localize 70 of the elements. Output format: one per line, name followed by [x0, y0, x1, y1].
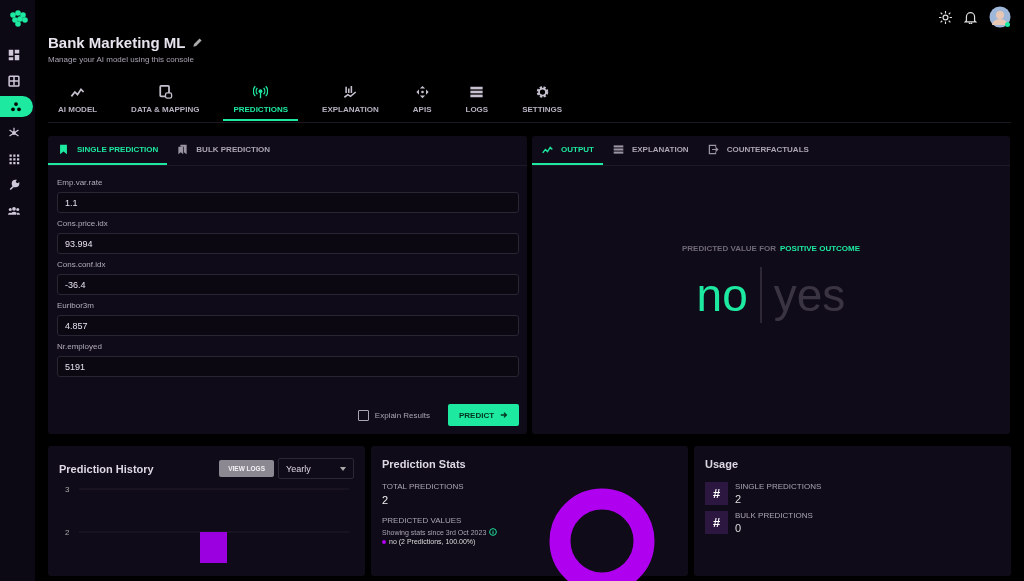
- explain-checkbox[interactable]: Explain Results: [351, 408, 436, 422]
- field-label: Cons.conf.idx: [57, 260, 107, 269]
- signal-icon: [253, 85, 269, 99]
- info-icon[interactable]: [489, 528, 498, 536]
- people-icon: [7, 204, 20, 217]
- form-tab[interactable]: BULK PREDICTION: [167, 136, 280, 165]
- input-field[interactable]: 5191: [57, 356, 519, 377]
- nav-tab[interactable]: DATA & MAPPING: [121, 82, 210, 121]
- logo-icon: [9, 10, 29, 28]
- input-field[interactable]: -36.4: [57, 274, 519, 295]
- caret-icon: [340, 466, 346, 471]
- bookmarks-icon: [177, 144, 189, 155]
- page-title: Bank Marketing ML: [48, 34, 186, 51]
- list-icon: [469, 85, 485, 99]
- dots-icon: [9, 100, 22, 113]
- field-label: Nr.employed: [57, 342, 103, 351]
- output-tab[interactable]: EXPLANATION: [602, 136, 698, 165]
- input-field[interactable]: 1.1: [57, 192, 519, 213]
- exit-icon: [707, 144, 719, 155]
- stat-label: TOTAL PREDICTIONS: [382, 482, 465, 491]
- output-tab[interactable]: COUNTERFACTUALS: [697, 136, 818, 165]
- hash-icon: #: [705, 482, 728, 505]
- usage-label: SINGLE PREDICTIONS: [735, 482, 822, 491]
- period-select[interactable]: Yearly: [278, 458, 354, 479]
- nav-tab[interactable]: LOGS: [455, 82, 499, 121]
- sidebar-item[interactable]: [0, 96, 33, 117]
- chart-icon: [342, 85, 358, 99]
- field-label: Euribor3m: [57, 301, 95, 310]
- brightness-icon[interactable]: [939, 10, 952, 24]
- arrow-icon: [500, 411, 509, 419]
- grid-icon: [7, 74, 20, 87]
- network-icon: [7, 126, 20, 139]
- form-tab[interactable]: SINGLE PREDICTION: [48, 136, 168, 165]
- card-title: Usage: [705, 458, 740, 470]
- field-label: Cons.price.idx: [57, 219, 109, 228]
- stat-value: 2: [382, 494, 390, 506]
- input-field[interactable]: 93.994: [57, 233, 519, 254]
- apps-icon: [7, 152, 20, 165]
- gear-icon: [534, 85, 550, 99]
- axis-tick: 3: [65, 485, 70, 494]
- predict-button[interactable]: PREDICT: [448, 404, 519, 426]
- card-title: Prediction History: [59, 462, 155, 475]
- field-label: Emp.var.rate: [57, 178, 104, 187]
- stat-label: PREDICTED VALUES: [382, 516, 463, 525]
- nav-tab[interactable]: APIS: [402, 82, 442, 121]
- list-icon: [612, 144, 624, 155]
- input-field[interactable]: 4.857: [57, 315, 519, 336]
- wrench-icon: [7, 178, 20, 191]
- usage-value: 0: [735, 522, 743, 534]
- dashboard-icon: [7, 48, 20, 61]
- bar: [200, 532, 227, 563]
- bell-icon[interactable]: [964, 10, 977, 24]
- avatar[interactable]: [989, 6, 1011, 28]
- axis-tick: 2: [65, 528, 70, 537]
- nav-tab[interactable]: PREDICTIONS: [223, 82, 299, 121]
- usage-value: 2: [735, 493, 743, 505]
- trend-icon: [542, 144, 553, 155]
- hash-icon: #: [705, 511, 728, 534]
- output-caption: PREDICTED VALUE FOR: [681, 244, 777, 253]
- bookmark-icon: [58, 144, 69, 155]
- outcome-label: POSITIVE OUTCOME: [780, 244, 861, 253]
- nav-tab[interactable]: SETTINGS: [512, 82, 573, 121]
- page-subtitle: Manage your AI model using this console: [48, 55, 195, 64]
- pencil-icon[interactable]: [191, 37, 203, 48]
- predicted-value: no: [695, 268, 749, 322]
- output-tab[interactable]: OUTPUT: [532, 136, 603, 165]
- usage-label: BULK PREDICTIONS: [735, 511, 813, 520]
- card-title: Prediction Stats: [382, 458, 467, 470]
- nav-tab[interactable]: AI MODEL: [48, 82, 108, 121]
- nav-tab[interactable]: EXPLANATION: [312, 82, 389, 121]
